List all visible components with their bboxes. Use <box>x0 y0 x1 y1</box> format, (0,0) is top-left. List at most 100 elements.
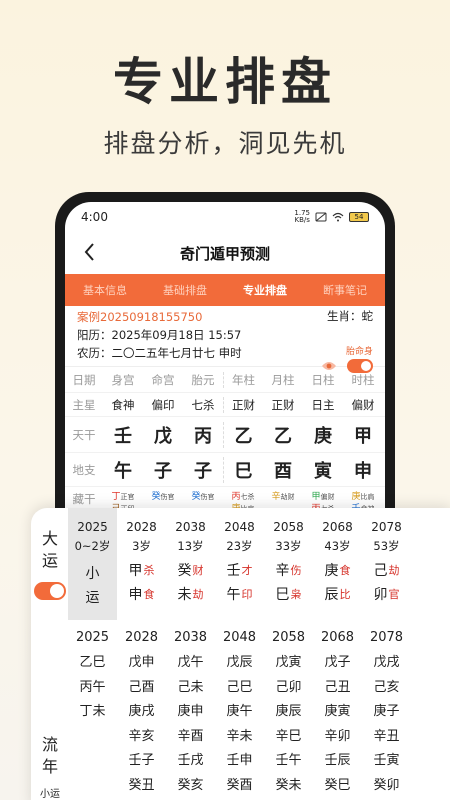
cang-tag: 正官 <box>120 493 135 501</box>
dayun-column[interactable]: 2038 13岁癸财未劫 <box>166 508 215 606</box>
liunian-item[interactable]: 辛酉 <box>166 725 215 750</box>
side-label-char: 年 <box>41 757 58 776</box>
liunian-item[interactable]: 戊戌 <box>362 651 411 676</box>
side-label-char: 流 <box>41 735 58 754</box>
liunian-item[interactable]: 己未 <box>166 676 215 701</box>
liunian-item[interactable]: 癸未 <box>264 774 313 799</box>
hero-title: 专业排盘 <box>113 53 337 111</box>
cang-cell: 癸伤官 <box>143 491 183 503</box>
dayun-gan-shishen: 才 <box>241 564 253 577</box>
liunian-item[interactable]: 辛丑 <box>362 725 411 750</box>
tai-ming-shen-toggle[interactable] <box>347 359 373 373</box>
dayun-gan: 癸财 <box>166 558 215 582</box>
liunian-item[interactable]: 戊子 <box>313 651 362 676</box>
cang-gan: 庚 <box>351 492 361 502</box>
eye-icon[interactable] <box>321 360 337 372</box>
dayun-column[interactable]: 2025 0~2岁小运 <box>68 508 117 620</box>
liunian-item[interactable]: 壬午 <box>264 749 313 774</box>
liunian-item[interactable]: 庚寅 <box>313 700 362 725</box>
liunian-item[interactable]: 乙巳 <box>68 651 117 676</box>
liunian-item[interactable]: 戊寅 <box>264 651 313 676</box>
liunian-item[interactable]: 戊午 <box>166 651 215 676</box>
dayun-gan: 壬才 <box>215 558 264 582</box>
liunian-year: 2048 <box>222 630 257 645</box>
liunian-item[interactable]: 丁未 <box>68 700 117 725</box>
tab-pro-chart[interactable]: 专业排盘 <box>225 282 305 298</box>
liunian-item[interactable]: 癸巳 <box>313 774 362 799</box>
liunian-item[interactable]: 戊申 <box>117 651 166 676</box>
cang-item: 癸伤官 <box>183 491 223 503</box>
tab-basic-chart[interactable]: 基础排盘 <box>145 282 225 298</box>
dayun-column[interactable]: 2068 43岁庚食辰比 <box>313 508 362 606</box>
dayun-zhi-shishen: 枭 <box>290 588 302 601</box>
dayun-age: 13岁 <box>177 539 204 553</box>
dayun-gan-char: 壬 <box>226 563 241 579</box>
liunian-item[interactable]: 癸亥 <box>166 774 215 799</box>
dayun-column[interactable]: 2048 23岁壬才午印 <box>215 508 264 606</box>
liunian-item[interactable]: 癸卯 <box>362 774 411 799</box>
grid-header-cell: 日柱 <box>311 372 335 387</box>
dayun-year: 2048 <box>224 520 255 534</box>
liunian-item[interactable]: 壬戌 <box>166 749 215 774</box>
dayun-gan-char: 甲 <box>128 563 143 579</box>
liunian-item[interactable]: 己亥 <box>362 676 411 701</box>
tab-basic-info[interactable]: 基本信息 <box>65 282 145 298</box>
liunian-item[interactable]: 壬子 <box>117 749 166 774</box>
cang-gan: 甲 <box>311 492 321 502</box>
liunian-column: 2028戊申己酉庚戌辛亥壬子癸丑甲寅 <box>117 625 166 800</box>
dayun-zhi-shishen: 劫 <box>192 588 204 601</box>
cang-item: 甲偏财 <box>303 491 343 503</box>
liunian-item[interactable]: 辛巳 <box>264 725 313 750</box>
grid-row-label: 藏干 <box>72 492 96 506</box>
dayun-toggle[interactable] <box>34 582 66 600</box>
xiaoyun-text: 小运 <box>68 562 117 610</box>
liunian-item[interactable]: 壬寅 <box>362 749 411 774</box>
liunian-item[interactable]: 辛卯 <box>313 725 362 750</box>
dayun-zhi-char: 申 <box>128 587 143 603</box>
liunian-item[interactable]: 己丑 <box>313 676 362 701</box>
liunian-item[interactable]: 庚辰 <box>264 700 313 725</box>
fortune-card: 大运 流年 小运 2025 0~2岁小运 2028 3岁甲杀申食 2038 13岁癸财未劫… <box>31 508 450 800</box>
zhi-cell: 午 <box>114 460 132 482</box>
grid-zhi-row: 地支午子子巳酉寅申 <box>65 453 385 487</box>
liunian-item[interactable]: 己酉 <box>117 676 166 701</box>
gan-cell: 丙 <box>194 425 212 447</box>
liunian-item[interactable]: 戊辰 <box>215 651 264 676</box>
liunian-item[interactable]: 壬申 <box>215 749 264 774</box>
liunian-year: 2068 <box>320 630 355 645</box>
battery-icon: 54 <box>349 212 369 222</box>
liunian-year: 2078 <box>369 630 404 645</box>
dayun-column[interactable]: 2078 53岁己劫卯官 <box>362 508 411 606</box>
cang-item: 辛劫财 <box>263 491 303 503</box>
liunian-item[interactable]: 辛未 <box>215 725 264 750</box>
dayun-column[interactable]: 2058 33岁辛伤巳枭 <box>264 508 313 606</box>
gan-cell: 庚 <box>314 425 332 447</box>
tab-notes[interactable]: 断事笔记 <box>305 282 385 298</box>
dayun-gan-shishen: 财 <box>192 564 204 577</box>
liunian-item[interactable]: 癸丑 <box>117 774 166 799</box>
dayun-zhi-shishen: 食 <box>143 588 155 601</box>
liunian-item[interactable]: 辛亥 <box>117 725 166 750</box>
dayun-gan: 己劫 <box>362 558 411 582</box>
liunian-item[interactable]: 庚子 <box>362 700 411 725</box>
cang-gan: 辛 <box>271 492 281 502</box>
cang-gan: 癸 <box>191 492 201 502</box>
gan-cell: 戊 <box>154 425 172 447</box>
cang-tag: 劫财 <box>280 493 295 501</box>
grid-header-cell: 日期 <box>72 372 96 387</box>
tab-bar: 基本信息 基础排盘 专业排盘 断事笔记 <box>65 274 385 306</box>
liunian-item[interactable]: 己巳 <box>215 676 264 701</box>
dayun-column[interactable]: 2028 3岁甲杀申食 <box>117 508 166 606</box>
back-arrow-icon[interactable] <box>83 242 97 262</box>
liunian-item[interactable]: 己卯 <box>264 676 313 701</box>
liunian-item[interactable]: 丙午 <box>68 676 117 701</box>
liunian-item[interactable]: 庚戌 <box>117 700 166 725</box>
liunian-item[interactable]: 癸酉 <box>215 774 264 799</box>
grid-header-cell: 命宫 <box>151 372 175 387</box>
liunian-item[interactable]: 庚申 <box>166 700 215 725</box>
grid-header-row: 日期 身宫 命宫 胎元 年柱 月柱 日柱 时柱 <box>65 367 385 393</box>
side-label-char: 运 <box>41 551 58 570</box>
liunian-item[interactable]: 壬辰 <box>313 749 362 774</box>
cang-item: 庚比肩 <box>343 491 383 503</box>
liunian-item[interactable]: 庚午 <box>215 700 264 725</box>
